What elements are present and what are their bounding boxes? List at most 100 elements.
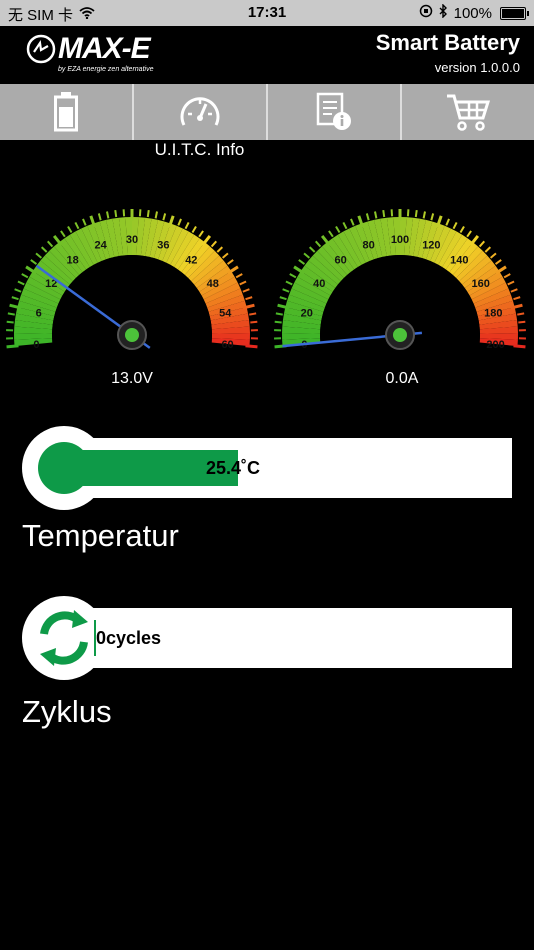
gauge-tick <box>40 246 48 253</box>
app-title: Smart Battery <box>375 30 520 55</box>
tab-caption-uitc-info: U.I.T.C. Info <box>154 140 245 159</box>
current-gauge: 020406080100120140160180200 <box>274 209 526 360</box>
gauge-tick <box>478 240 486 248</box>
gauge-tick-label: 24 <box>94 239 107 251</box>
document-info-icon <box>316 92 351 130</box>
gauge-tick <box>67 225 73 234</box>
gauge-tick <box>146 209 150 218</box>
voltage-readout: 13.0V <box>111 370 153 387</box>
gauge-tick <box>106 211 110 219</box>
app-version: version 1.0.0.0 <box>434 60 520 75</box>
cycles-label: Zyklus <box>22 694 112 729</box>
gauge-tick-label: 200 <box>486 339 504 351</box>
gauge-tick-label: 60 <box>335 255 347 267</box>
cycles-bar: 0cycles <box>22 596 512 680</box>
gauge-tick <box>494 259 502 265</box>
gauge-tick <box>328 230 334 238</box>
gauge-tick <box>298 259 306 265</box>
gauge-tick <box>314 240 322 248</box>
gauge-tick <box>445 218 450 226</box>
gauge-tick <box>308 246 316 253</box>
gauge-tick <box>382 209 386 218</box>
gauge-tick <box>275 312 283 316</box>
gauge-tick <box>17 280 25 286</box>
gauge-tick <box>289 273 297 279</box>
gauge-tick <box>503 273 511 279</box>
gauge-tick <box>210 240 218 248</box>
status-right: 100% <box>419 3 529 22</box>
gauge-tick <box>74 221 80 230</box>
cycles-value: 0cycles <box>96 628 162 648</box>
gauge-tick <box>162 213 167 221</box>
gauge-tick-label: 54 <box>219 307 232 319</box>
gauge-tick <box>6 344 19 349</box>
gauge-tick-label: 36 <box>157 239 169 251</box>
gauge-tick-label: 6 <box>36 307 42 319</box>
gauge-tick <box>279 296 287 301</box>
gauge-hub <box>125 328 139 342</box>
tab-document-info[interactable] <box>268 84 402 140</box>
gauge-tick <box>242 288 250 293</box>
gauge-tick <box>245 296 253 301</box>
gauge-tick-label: 140 <box>450 255 468 267</box>
tab-shop[interactable] <box>402 84 534 140</box>
gauge-tick-label: 60 <box>221 339 233 351</box>
gauge-tick <box>30 259 38 265</box>
gauge-tick-label: 120 <box>422 239 440 251</box>
tab-battery[interactable] <box>0 84 134 140</box>
gauge-tick <box>60 230 66 238</box>
gauge-tick <box>46 240 54 248</box>
gauge-tick <box>14 288 22 293</box>
gauge-tick <box>517 312 525 316</box>
tab-uitc-info[interactable] <box>134 84 268 140</box>
logo-mark-icon <box>26 34 56 64</box>
status-bar: 无 SIM 卡 17:31 100% <box>0 0 534 26</box>
gauge-tick <box>250 320 258 324</box>
gauge-tick <box>303 252 311 259</box>
gauge-hub <box>393 328 407 342</box>
gauge-tick <box>489 252 497 259</box>
gauge-tick <box>7 312 15 316</box>
gauge-tick <box>274 320 282 324</box>
gauge-tick <box>422 211 426 219</box>
gauge-tick <box>35 252 43 259</box>
gauge-tick-label: 160 <box>472 278 490 290</box>
gauge-tick <box>513 344 526 349</box>
gauge-tick <box>154 211 158 219</box>
gauge-tick <box>459 225 465 234</box>
gauge-tick <box>184 221 190 230</box>
gauge-tick <box>21 273 29 279</box>
gauge-tick-label: 18 <box>67 255 79 267</box>
voltage-gauge: 06121824 30 3642485460 <box>6 209 258 360</box>
gauge-tick <box>342 221 348 230</box>
gauge-tick <box>350 218 355 226</box>
brand-logo: MAX-E by EZA energie zen alternative <box>26 32 166 78</box>
tab-bar <box>0 84 534 140</box>
gauge-tick <box>466 230 472 238</box>
battery-icon <box>54 92 78 132</box>
current-readout: 0.0A <box>385 370 419 387</box>
gauge-tick <box>507 280 515 286</box>
gauge-tick <box>335 225 341 234</box>
gauge-tick <box>510 288 518 293</box>
temperature-value: 25.4˚C <box>206 458 261 478</box>
gauge-tick <box>239 280 247 286</box>
gauge-tick <box>282 288 290 293</box>
gauge-tick <box>226 259 234 265</box>
gauge-tick-label: 0 <box>33 339 39 351</box>
orientation-lock-icon <box>419 4 433 22</box>
gauge-tick <box>452 221 458 230</box>
gauge-tick <box>235 273 243 279</box>
gauge-tick <box>191 225 197 234</box>
gauge-tick <box>198 230 204 238</box>
gauge-tick <box>484 246 492 253</box>
gauge-tick <box>513 296 521 301</box>
gauge-tick <box>177 218 182 226</box>
gauge-tick <box>285 280 293 286</box>
gauge-tick <box>82 218 87 226</box>
gauge-tick-label: 42 <box>185 255 197 267</box>
gauge-tick <box>11 296 19 301</box>
speedometer-icon <box>180 97 220 126</box>
temperature-bar: 25.4˚C <box>22 426 512 510</box>
bluetooth-icon <box>439 3 448 22</box>
